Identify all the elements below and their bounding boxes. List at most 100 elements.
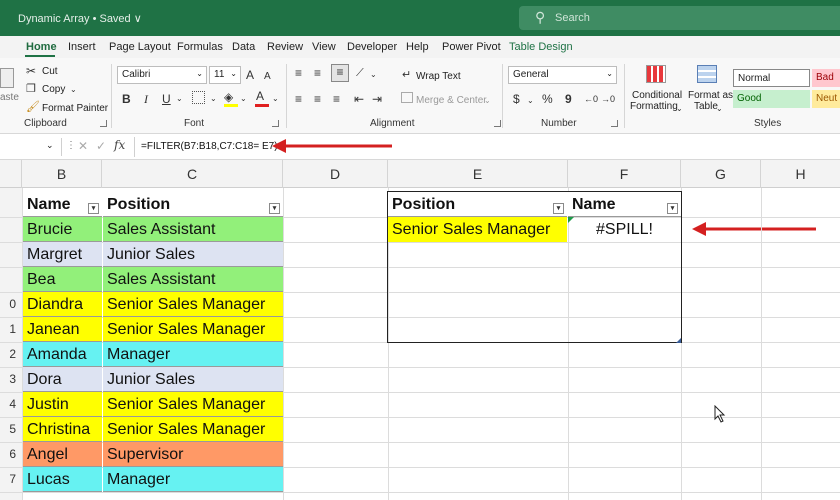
- table1-header-position[interactable]: Position ▾: [103, 192, 283, 217]
- column-header-c[interactable]: C: [102, 160, 283, 188]
- cut-button[interactable]: Cut: [42, 66, 58, 77]
- column-header-d[interactable]: D: [283, 160, 388, 188]
- increase-decimal-icon[interactable]: ←0: [584, 92, 598, 106]
- number-launcher[interactable]: [611, 120, 618, 127]
- align-top-icon[interactable]: ≡: [295, 66, 302, 80]
- tab-home[interactable]: Home: [26, 41, 57, 53]
- format-as-table-line2[interactable]: Table: [694, 101, 718, 112]
- chevron-down-icon[interactable]: ⌄: [676, 102, 683, 116]
- cell-position[interactable]: Junior Sales: [103, 367, 283, 392]
- conditional-formatting-line1[interactable]: Conditional: [632, 90, 682, 101]
- cancel-icon[interactable]: ✕: [78, 139, 88, 153]
- cell-name[interactable]: Dora: [23, 367, 102, 392]
- table-resize-handle[interactable]: [676, 338, 681, 343]
- cell-position[interactable]: Supervisor: [103, 442, 283, 467]
- column-header-b[interactable]: B: [22, 160, 102, 188]
- search-box[interactable]: ⚲ Search: [519, 6, 840, 30]
- align-left-icon[interactable]: ≡: [295, 92, 302, 106]
- tab-view[interactable]: View: [312, 41, 336, 53]
- font-color-icon[interactable]: A: [256, 89, 264, 103]
- bold-button[interactable]: B: [122, 92, 131, 106]
- increase-font-icon[interactable]: A: [246, 68, 254, 82]
- currency-button[interactable]: $: [513, 92, 520, 106]
- spill-error-cell[interactable]: #SPILL!: [568, 217, 681, 242]
- percent-button[interactable]: %: [542, 92, 553, 106]
- cell-position[interactable]: Manager: [103, 342, 283, 367]
- tab-review[interactable]: Review: [267, 41, 303, 53]
- chevron-down-icon[interactable]: ⌄: [484, 94, 491, 108]
- chevron-down-icon[interactable]: ⌄: [176, 92, 183, 106]
- formula-input[interactable]: =FILTER(B7:B18,C7:C18= E7): [141, 141, 278, 152]
- cell-position[interactable]: Senior Sales Manager: [103, 292, 283, 317]
- cell-position[interactable]: Manager: [103, 467, 283, 492]
- filter-dropdown-icon[interactable]: ▾: [88, 203, 99, 214]
- italic-button[interactable]: I: [144, 92, 148, 106]
- tab-help[interactable]: Help: [406, 41, 429, 53]
- decrease-decimal-icon[interactable]: →0: [601, 92, 615, 106]
- insert-function-button[interactable]: fx: [114, 138, 125, 152]
- underline-button[interactable]: U: [162, 92, 171, 106]
- cell-name[interactable]: Diandra: [23, 292, 102, 317]
- filter-dropdown-icon[interactable]: ▾: [269, 203, 280, 214]
- wrap-text-button[interactable]: Wrap Text: [416, 71, 461, 82]
- chevron-down-icon[interactable]: ⌄: [240, 92, 247, 106]
- align-right-icon[interactable]: ≡: [333, 92, 340, 106]
- table2-header-name[interactable]: Name ▾: [568, 192, 681, 217]
- format-as-table-line1[interactable]: Format as: [688, 90, 733, 101]
- column-header-g[interactable]: G: [681, 160, 761, 188]
- format-painter-button[interactable]: Format Painter: [42, 103, 108, 114]
- chevron-down-icon[interactable]: ⌄: [716, 102, 723, 116]
- style-bad[interactable]: Bad: [812, 69, 840, 87]
- borders-icon[interactable]: [192, 91, 205, 104]
- cell-name[interactable]: Bea: [23, 267, 102, 292]
- clipboard-launcher[interactable]: [100, 120, 107, 127]
- select-all-corner[interactable]: [0, 160, 22, 188]
- column-header-h[interactable]: H: [761, 160, 840, 188]
- chevron-down-icon[interactable]: ⌄: [70, 83, 77, 97]
- cell-position[interactable]: Senior Sales Manager: [103, 417, 283, 442]
- chevron-down-icon[interactable]: ⌄: [527, 94, 534, 108]
- font-launcher[interactable]: [272, 120, 279, 127]
- cell-name[interactable]: Christina: [23, 417, 102, 442]
- cell-name[interactable]: Brucie: [23, 217, 102, 242]
- decrease-indent-icon[interactable]: ⇤: [354, 92, 364, 106]
- row-header[interactable]: 3: [0, 372, 20, 386]
- name-box[interactable]: ⌄: [0, 138, 62, 156]
- filter-dropdown-icon[interactable]: ▾: [667, 203, 678, 214]
- row-header[interactable]: 5: [0, 422, 20, 436]
- conditional-formatting-line2[interactable]: Formatting: [630, 101, 678, 112]
- orientation-icon[interactable]: ⟋: [356, 66, 364, 80]
- merge-center-button[interactable]: Merge & Center: [416, 95, 487, 106]
- increase-indent-icon[interactable]: ⇥: [372, 92, 382, 106]
- style-good[interactable]: Good: [733, 90, 810, 108]
- row-header[interactable]: 7: [0, 472, 20, 486]
- column-header-e[interactable]: E: [388, 160, 568, 188]
- cell-position[interactable]: Senior Sales Manager: [103, 317, 283, 342]
- row-header[interactable]: 1: [0, 322, 20, 336]
- tab-insert[interactable]: Insert: [68, 41, 96, 53]
- more-options-icon[interactable]: ⋮: [66, 140, 76, 151]
- style-normal[interactable]: Normal: [733, 69, 810, 87]
- copy-button[interactable]: Copy: [42, 84, 65, 95]
- chevron-down-icon[interactable]: ⌄: [370, 68, 377, 82]
- table2-header-position[interactable]: Position ▾: [388, 192, 567, 217]
- tab-formulas[interactable]: Formulas: [177, 41, 223, 53]
- row-header[interactable]: 0: [0, 297, 20, 311]
- row-header[interactable]: 4: [0, 397, 20, 411]
- cell-position[interactable]: Sales Assistant: [103, 217, 283, 242]
- cell-name[interactable]: Justin: [23, 392, 102, 417]
- tab-power-pivot[interactable]: Power Pivot: [442, 41, 501, 53]
- cell-name[interactable]: Angel: [23, 442, 102, 467]
- font-name-select[interactable]: Calibri ⌄: [117, 66, 207, 84]
- cell-position[interactable]: Junior Sales: [103, 242, 283, 267]
- cell-position[interactable]: Senior Sales Manager: [103, 392, 283, 417]
- alignment-launcher[interactable]: [494, 120, 501, 127]
- row-header[interactable]: 2: [0, 347, 20, 361]
- align-middle-icon[interactable]: ≡: [314, 66, 321, 80]
- chevron-down-icon[interactable]: ⌄: [272, 92, 279, 106]
- tab-page-layout[interactable]: Page Layout: [109, 41, 171, 53]
- fill-color-icon[interactable]: ◈: [224, 90, 233, 104]
- tab-table-design[interactable]: Table Design: [509, 41, 573, 53]
- enter-check-icon[interactable]: ✓: [96, 139, 106, 153]
- paste-button[interactable]: aste: [0, 92, 19, 103]
